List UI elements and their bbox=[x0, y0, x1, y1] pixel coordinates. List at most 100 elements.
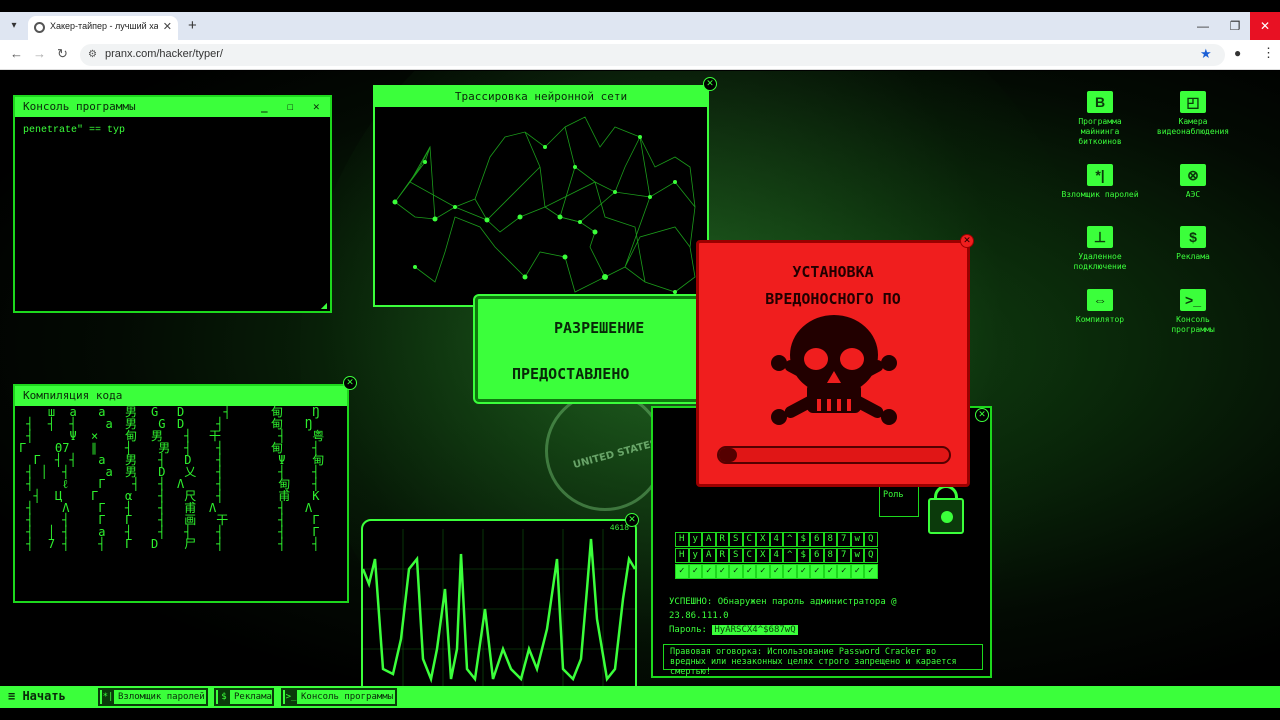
bitcoin-miner-shortcut[interactable]: B Программа майнинга биткоинов bbox=[1060, 91, 1140, 147]
malware-close-icon[interactable]: ✕ bbox=[960, 234, 974, 248]
password-cell: 6 bbox=[810, 532, 824, 547]
cracker-folder-icon: *| bbox=[102, 690, 114, 704]
matrix-column: 男 男 甸 ┤ 男 男 ┤ α ┤ Γ ┤ Γ bbox=[125, 406, 140, 551]
password-cell: ✓ bbox=[796, 564, 810, 579]
console-maximize-button[interactable]: ☐ bbox=[287, 97, 294, 117]
desktop-icon-label: Реклама bbox=[1176, 252, 1210, 261]
password-cell: ✓ bbox=[850, 564, 864, 579]
dollar-icon: $ bbox=[218, 690, 230, 704]
success-message: УСПЕШНО: Обнаружен пароль администратора… bbox=[669, 597, 897, 607]
password-cell: 7 bbox=[837, 548, 851, 563]
folder-icon: *| bbox=[1087, 164, 1113, 186]
browser-tabstrip: ▾ Хакер-тайпер - лучший хакер ✕ + — ❐ ✕ bbox=[0, 12, 1280, 40]
password-cell: $ bbox=[796, 548, 810, 563]
camera-shortcut[interactable]: ◰ Камера видеонаблюдения bbox=[1153, 91, 1233, 137]
password-cell: 4 bbox=[769, 532, 783, 547]
matrix-title: Компиляция кода bbox=[23, 389, 123, 402]
password-cell: X bbox=[756, 532, 770, 547]
lock-icon[interactable] bbox=[928, 498, 964, 534]
console-minimize-button[interactable]: _ bbox=[261, 97, 268, 117]
camera-icon: ◰ bbox=[1180, 91, 1206, 113]
console-window[interactable]: Консоль программы _ ☐ ✕ penetrate" == ty… bbox=[13, 95, 332, 313]
password-cell: ✓ bbox=[810, 564, 824, 579]
matrix-column: ш ┤ ┤ ┤ Γ Γ ┤ │ ┤ ┤ ┤ ┤ ┤ │ ┤ 7 bbox=[19, 406, 56, 551]
remote-connection-shortcut[interactable]: ⊥ Удаленное подключение bbox=[1060, 226, 1140, 272]
browser-toolbar: ← → ↻ ⚙ pranx.com/hacker/typer/ ★ ● ⋮ bbox=[0, 40, 1280, 70]
desktop-icon-label: Взломщик паролей bbox=[1061, 190, 1139, 199]
malware-progress-bar bbox=[717, 446, 951, 464]
radiation-icon: ⊗ bbox=[1180, 164, 1206, 186]
password-cell: y bbox=[688, 548, 702, 563]
desktop-icon-label: Программа майнинга биткоинов bbox=[1078, 117, 1122, 146]
trace-titlebar[interactable]: Трассировка нейронной сети bbox=[375, 87, 707, 107]
taskbar-item-label: Консоль программы bbox=[301, 692, 394, 702]
matrix-titlebar[interactable]: Компиляция кода bbox=[15, 386, 347, 406]
password-row-guess: Hy A R S C X 4 ^ $6 8 7 w Q bbox=[675, 532, 878, 547]
neural-network-graph bbox=[392, 116, 696, 294]
malware-line-2: ВРЕДОНОСНОГО ПО bbox=[765, 290, 901, 308]
malware-progress-fill bbox=[719, 448, 738, 462]
monitor-close-icon[interactable]: ✕ bbox=[625, 513, 639, 527]
console-close-button[interactable]: ✕ bbox=[313, 97, 320, 117]
screen-top-edge bbox=[0, 0, 1280, 12]
tab-close-icon[interactable]: ✕ bbox=[163, 20, 172, 33]
password-cell: 4 bbox=[769, 548, 783, 563]
password-cell: ✓ bbox=[715, 564, 729, 579]
new-tab-button[interactable]: + bbox=[188, 17, 197, 34]
malware-line-1: УСТАНОВКА bbox=[792, 263, 874, 281]
password-cell: C bbox=[742, 532, 756, 547]
password-cell: R bbox=[715, 548, 729, 563]
forward-arrow-icon[interactable]: → bbox=[33, 46, 46, 61]
password-cell: ✓ bbox=[769, 564, 783, 579]
window-minimize-button[interactable]: — bbox=[1188, 12, 1218, 40]
compiler-shortcut[interactable]: ⇔ Компилятор bbox=[1060, 289, 1140, 325]
cracker-close-icon[interactable]: ✕ bbox=[975, 408, 989, 422]
access-granted-window: РАЗРЕШЕНИЕ ПРЕДОСТАВЛЕНО bbox=[475, 296, 700, 402]
taskbar-item-console[interactable]: >_ Консоль программы bbox=[281, 688, 397, 706]
password-cracker-shortcut[interactable]: *| Взломщик паролей bbox=[1060, 164, 1140, 200]
ads-shortcut[interactable]: $ Реклама bbox=[1153, 226, 1233, 262]
address-bar[interactable]: ⚙ pranx.com/hacker/typer/ bbox=[80, 44, 1225, 66]
password-cell: S bbox=[729, 532, 743, 547]
favicon-icon bbox=[34, 22, 45, 33]
resize-handle-icon[interactable]: ◢ bbox=[321, 301, 327, 310]
neural-trace-window[interactable]: Трассировка нейронной сети bbox=[373, 85, 709, 307]
bookmark-star-icon[interactable]: ★ bbox=[1200, 46, 1212, 62]
reload-icon[interactable]: ↻ bbox=[57, 46, 68, 62]
tab-search-icon[interactable]: ▾ bbox=[6, 18, 22, 34]
trace-close-icon[interactable]: ✕ bbox=[703, 77, 717, 91]
browser-tab[interactable]: Хакер-тайпер - лучший хакер ✕ bbox=[28, 16, 178, 40]
skull-crossbones-icon bbox=[771, 315, 897, 425]
console-titlebar[interactable]: Консоль программы _ ☐ ✕ bbox=[15, 97, 330, 117]
taskbar: ≡ Начать *| Взломщик паролей $ Реклама >… bbox=[0, 686, 1280, 708]
code-compile-window[interactable]: Компиляция кода ш ┤ ┤ ┤ Γ Γ ┤ │ ┤ ┤ ┤ ┤ … bbox=[13, 384, 349, 603]
matrix-column: 甸 甸 ┤ 甸 Ψ ┤ 甸 甫 ┤ ┤ ┤ ┤ bbox=[271, 406, 291, 551]
site-info-icon[interactable]: ⚙ bbox=[88, 49, 97, 60]
password-cell: S bbox=[729, 548, 743, 563]
admin-ip: 23.86.111.0 bbox=[669, 611, 729, 621]
password-cell: 6 bbox=[810, 548, 824, 563]
more-menu-icon[interactable]: ⋮ bbox=[1262, 45, 1275, 61]
password-line: Пароль: HyARSCX4^$687wQ bbox=[669, 625, 798, 635]
console-output[interactable]: penetrate" == typ bbox=[15, 117, 330, 144]
bitcoin-icon: B bbox=[1087, 91, 1113, 113]
profile-icon[interactable]: ● bbox=[1234, 46, 1241, 60]
back-arrow-icon[interactable]: ← bbox=[10, 46, 23, 61]
hacker-desktop: UNITED STATES Консоль программы _ ☐ ✕ pe… bbox=[0, 71, 1280, 686]
trace-title: Трассировка нейронной сети bbox=[454, 90, 628, 103]
matrix-column: a ┤ Ψ Θ7 ┤ ┤ ┤ ℓ Ц Λ ┤ ┤ ┤ bbox=[55, 406, 77, 551]
start-button[interactable]: ≡ Начать bbox=[8, 689, 66, 703]
matrix-close-icon[interactable]: ✕ bbox=[343, 376, 357, 390]
console-shortcut[interactable]: >_ Консоль программы bbox=[1153, 289, 1233, 335]
malware-install-window: УСТАНОВКА ВРЕДОНОСНОГО ПО bbox=[696, 240, 970, 487]
remote-icon: ⊥ bbox=[1087, 226, 1113, 248]
nuclear-plant-shortcut[interactable]: ⊗ АЭС bbox=[1153, 164, 1233, 200]
url-text[interactable]: pranx.com/hacker/typer/ bbox=[105, 48, 223, 60]
password-cell: ✓ bbox=[675, 564, 689, 579]
window-close-button[interactable]: ✕ bbox=[1250, 12, 1280, 40]
window-maximize-button[interactable]: ❐ bbox=[1220, 12, 1250, 40]
taskbar-item-password-cracker[interactable]: *| Взломщик паролей bbox=[98, 688, 208, 706]
password-cell: 8 bbox=[823, 532, 837, 547]
password-cell: H bbox=[675, 532, 689, 547]
taskbar-item-ads[interactable]: $ Реклама bbox=[214, 688, 274, 706]
